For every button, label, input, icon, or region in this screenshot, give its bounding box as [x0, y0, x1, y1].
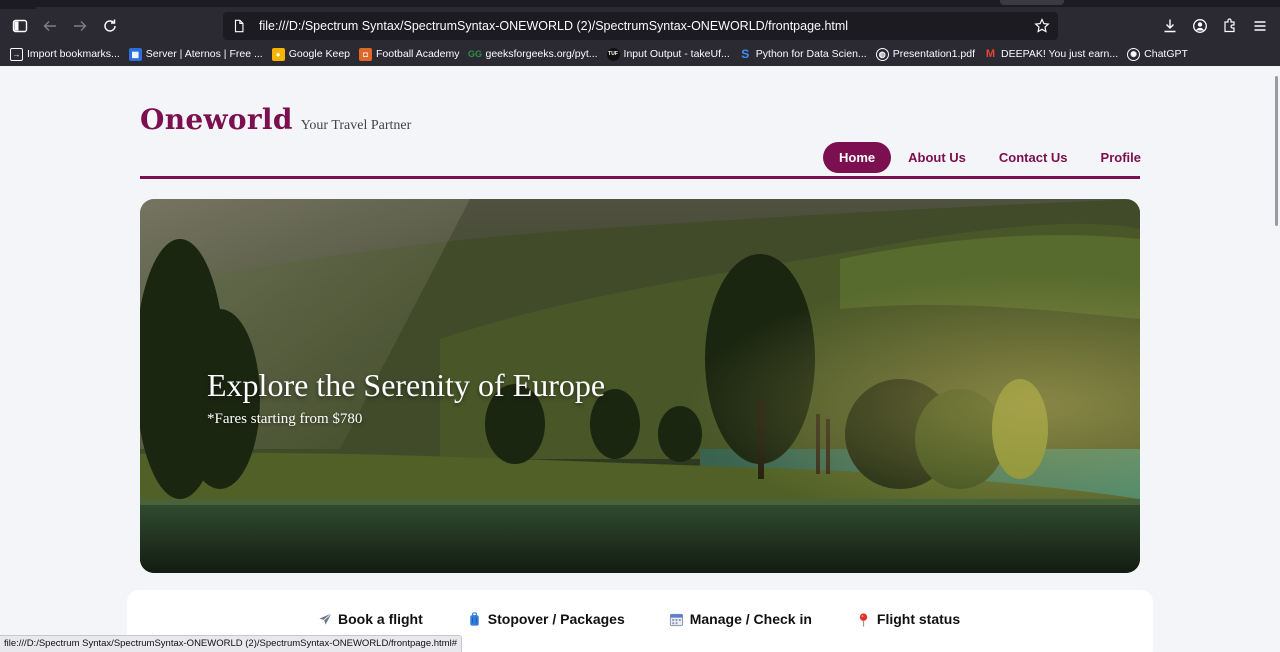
browser-toolbar: file:///D:/Spectrum Syntax/SpectrumSynta… — [0, 9, 1280, 42]
keep-icon: ● — [271, 47, 285, 61]
bookmark-python-data-science[interactable]: S Python for Data Scien... — [739, 47, 867, 61]
academy-icon: ◘ — [359, 47, 373, 61]
bookmark-takeuforward[interactable]: TUF Input Output - takeUf... — [606, 47, 730, 61]
bookmark-chatgpt[interactable]: ✺ ChatGPT — [1127, 47, 1188, 61]
calendar-icon — [669, 611, 685, 627]
bookmark-label: DEEPAK! You just earn... — [1001, 48, 1119, 60]
bookmark-google-keep[interactable]: ● Google Keep — [271, 47, 351, 61]
nav-profile[interactable]: Profile — [1085, 142, 1157, 173]
web-page: Oneworld Your Travel Partner Home About … — [0, 66, 1280, 652]
page-icon — [231, 18, 247, 34]
aternos-icon: ▦ — [128, 47, 142, 61]
site-logo[interactable]: Oneworld — [140, 103, 293, 136]
booking-options: Book a flight Stopover / Packages Manage… — [317, 611, 1004, 627]
bookmark-presentation[interactable]: ◍ Presentation1.pdf — [875, 47, 975, 61]
airplane-icon — [317, 611, 333, 627]
forward-arrow-icon[interactable] — [67, 13, 93, 39]
menu-icon[interactable] — [1247, 13, 1273, 39]
bookmark-football-academy[interactable]: ◘ Football Academy — [359, 47, 460, 61]
bookmark-label: Import bookmarks... — [27, 48, 120, 60]
bookmark-aternos[interactable]: ▦ Server | Aternos | Free ... — [128, 47, 263, 61]
bookmark-label: geeksforgeeks.org/pyt... — [485, 48, 598, 60]
nav-about-us[interactable]: About Us — [892, 142, 982, 173]
address-bar[interactable]: file:///D:/Spectrum Syntax/SpectrumSynta… — [223, 12, 1058, 40]
url-text[interactable]: file:///D:/Spectrum Syntax/SpectrumSynta… — [259, 19, 848, 33]
site-brand: Oneworld Your Travel Partner — [140, 103, 411, 136]
gfg-icon: GG — [467, 49, 482, 59]
option-label: Manage / Check in — [689, 611, 812, 627]
option-label: Flight status — [876, 611, 961, 627]
bookmark-label: Server | Aternos | Free ... — [145, 48, 263, 60]
extensions-icon[interactable] — [1217, 13, 1243, 39]
hero-subtitle: *Fares starting from $780 — [207, 411, 363, 427]
tab-strip — [0, 0, 1280, 9]
page-scrollbar[interactable] — [1275, 76, 1278, 226]
globe-icon: ◍ — [875, 47, 889, 61]
main-nav: Home About Us Contact Us Profile — [823, 142, 1158, 173]
bookmark-star-icon[interactable] — [1034, 18, 1050, 34]
option-book-flight[interactable]: Book a flight — [317, 611, 423, 627]
option-flight-status[interactable]: Flight status — [856, 611, 960, 627]
import-icon: → — [10, 47, 23, 61]
gmail-icon: M — [985, 48, 996, 60]
bookmark-geeksforgeeks[interactable]: GG geeksforgeeks.org/pyt... — [467, 48, 598, 61]
bookmark-import[interactable]: → Import bookmarks... — [10, 47, 120, 61]
account-icon[interactable] — [1187, 13, 1213, 39]
bookmark-label: Google Keep — [288, 48, 351, 60]
sidebar-toggle-icon[interactable] — [7, 13, 33, 39]
tuf-icon: TUF — [606, 47, 620, 61]
link-status-bar: file:///D:/Spectrum Syntax/SpectrumSynta… — [0, 635, 462, 652]
nav-home[interactable]: Home — [823, 142, 892, 173]
option-label: Stopover / Packages — [487, 611, 625, 627]
nav-contact-us[interactable]: Contact Us — [983, 142, 1084, 173]
downloads-icon[interactable] — [1157, 13, 1183, 39]
s-icon: S — [741, 47, 750, 61]
hero-title: Explore the Serenity of Europe — [207, 367, 606, 403]
bookmarks-bar: → Import bookmarks... ▦ Server | Aternos… — [0, 42, 1280, 66]
bookmark-label: Presentation1.pdf — [892, 48, 975, 60]
site-tagline: Your Travel Partner — [300, 118, 412, 133]
option-stopover-packages[interactable]: Stopover / Packages — [467, 611, 625, 627]
reload-icon[interactable] — [97, 13, 123, 39]
bookmark-label: Python for Data Scien... — [755, 48, 867, 60]
hero-banner: Explore the Serenity of Europe *Fares st… — [140, 199, 1140, 573]
back-arrow-icon[interactable] — [37, 13, 63, 39]
chatgpt-icon: ✺ — [1127, 47, 1141, 61]
pin-icon — [856, 611, 872, 627]
bookmark-gmail[interactable]: M DEEPAK! You just earn... — [984, 48, 1118, 61]
option-label: Book a flight — [338, 611, 423, 627]
option-manage-check-in[interactable]: Manage / Check in — [669, 611, 812, 627]
bookmark-label: Football Academy — [376, 48, 460, 60]
luggage-icon — [467, 611, 483, 627]
tab-indicator[interactable] — [1000, 0, 1064, 5]
header-divider — [140, 176, 1140, 179]
bookmark-label: Input Output - takeUf... — [623, 48, 730, 60]
bookmark-label: ChatGPT — [1144, 48, 1188, 60]
